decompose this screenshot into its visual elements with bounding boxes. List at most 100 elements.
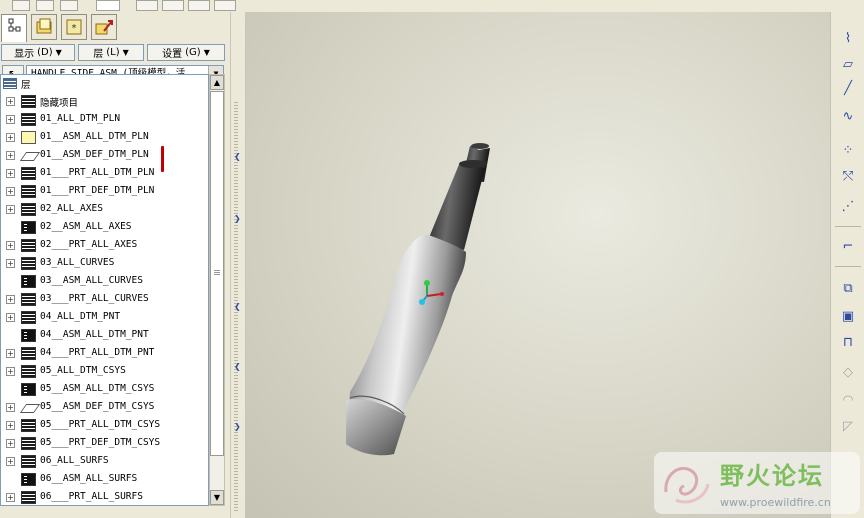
expand-icon[interactable]: + [6, 349, 15, 358]
model-tree-icon [8, 18, 21, 32]
active-window-icon[interactable] [96, 0, 120, 11]
layers-icon [21, 437, 36, 450]
expand-icon[interactable]: + [6, 295, 15, 304]
layer-tree-row[interactable]: +05___PRT_ALL_DTM_CSYS [1, 417, 208, 435]
layer-name: 02___PRT_ALL_AXES [40, 239, 138, 250]
layer-tree-row[interactable]: +04_ALL_DTM_PNT [1, 309, 208, 327]
expand-icon[interactable]: + [6, 97, 15, 106]
layer-tree-row[interactable]: +03___PRT_ALL_CURVES [1, 291, 208, 309]
create-component-icon[interactable]: ▣ [838, 308, 858, 326]
expand-icon[interactable]: + [6, 205, 15, 214]
expand-icon[interactable]: + [6, 187, 15, 196]
cursor-spin-icon[interactable] [258, 0, 278, 11]
datum-plane-tool-icon[interactable]: ▱ [838, 56, 858, 74]
expand-icon[interactable]: + [6, 313, 15, 322]
expand-icon[interactable]: + [6, 169, 15, 178]
layer-menu-bar: 显示 (D) ▼ 层 (L) ▼ 设置 (G) ▼ [0, 42, 230, 64]
annotation-tool-icon[interactable]: ⌐ [838, 238, 858, 256]
collapse-left-icon[interactable]: ❮ [234, 152, 241, 161]
save-icon[interactable] [36, 0, 54, 11]
csys-display-icon[interactable] [214, 0, 236, 11]
layer-name: 03_ALL_CURVES [40, 257, 115, 268]
layer-tree-row[interactable]: +01_ALL_DTM_PLN [1, 111, 208, 129]
selected-layer-icon [21, 131, 36, 144]
scroll-up-button[interactable]: ▲ [210, 75, 224, 90]
datum-plane-icon [19, 152, 41, 161]
datum-display-icon[interactable] [136, 0, 158, 11]
layer-doc-icon [21, 329, 36, 342]
expand-icon[interactable]: + [6, 457, 15, 466]
layer-name: 03__ASM_ALL_CURVES [40, 275, 143, 286]
panel-tabs: * [0, 12, 230, 42]
tab-favorites[interactable]: * [61, 14, 87, 40]
expand-icon[interactable]: + [6, 367, 15, 376]
layer-tree-row[interactable]: +01__ASM_DEF_DTM_PLN [1, 147, 208, 165]
expand-icon[interactable]: + [6, 151, 15, 160]
layer-tree[interactable]: 层 + 隐藏项目 +01_ALL_DTM_PLN +01__ASM_ALL_DTM_P… [0, 74, 209, 506]
dropdown-arrow-icon: ▼ [122, 48, 129, 57]
layer-tree-row[interactable]: +06_ALL_SURFS [1, 453, 208, 471]
sketch-tool-icon[interactable]: ⌇ [838, 30, 858, 48]
graphics-viewport[interactable] [246, 12, 830, 518]
expand-icon[interactable]: + [6, 241, 15, 250]
layer-tree-row[interactable]: +02__ASM_ALL_AXES [1, 219, 208, 237]
expand-icon[interactable]: + [6, 439, 15, 448]
datum-curve-tool-icon[interactable]: ∿ [838, 108, 858, 126]
layer-tree-row[interactable]: +01__ASM_ALL_DTM_PLN [1, 129, 208, 147]
mirror-tool-icon: ◇ [843, 365, 853, 380]
layer-name: 隐藏项目 [40, 98, 79, 109]
tab-model-tree[interactable] [1, 14, 27, 42]
expand-icon[interactable]: + [6, 493, 15, 502]
layer-tree-row[interactable]: +02___PRT_ALL_AXES [1, 237, 208, 255]
assemble-component-icon[interactable]: ⧉ [838, 280, 858, 298]
expand-icon[interactable]: + [6, 403, 15, 412]
panel-splitter[interactable]: ❮ ❯ ❮ ❮ ❯ [230, 12, 246, 518]
scroll-down-button[interactable]: ▼ [210, 490, 224, 505]
expand-icon[interactable]: + [6, 421, 15, 430]
datum-axis-tool-icon[interactable]: ╱ [838, 80, 858, 98]
datum-point-tool-icon[interactable]: ⁘ [838, 142, 858, 160]
layer-tree-row[interactable]: + 隐藏项目 [1, 93, 208, 111]
layer-tree-row[interactable]: +01___PRT_ALL_DTM_PLN [1, 165, 208, 183]
expand-right-icon[interactable]: ❯ [234, 422, 241, 431]
layer-tree-row[interactable]: +01___PRT_DEF_DTM_PLN [1, 183, 208, 201]
pattern-tool-icon[interactable]: ⊓ [838, 334, 858, 352]
layer-tree-row[interactable]: +03__ASM_ALL_CURVES [1, 273, 208, 291]
layer-tree-row[interactable]: +02_ALL_AXES [1, 201, 208, 219]
layer-tree-row[interactable]: +04___PRT_ALL_DTM_PNT [1, 345, 208, 363]
layer-tree-row[interactable]: +03_ALL_CURVES [1, 255, 208, 273]
layers-icon [21, 347, 36, 360]
layer-tree-row[interactable]: +05_ALL_DTM_CSYS [1, 363, 208, 381]
layer-tree-row[interactable]: +05___PRT_DEF_DTM_CSYS [1, 435, 208, 453]
scroll-thumb[interactable] [210, 91, 224, 456]
expand-icon[interactable]: + [6, 259, 15, 268]
open-icon[interactable] [12, 0, 30, 11]
collapse-left-icon[interactable]: ❮ [234, 362, 241, 371]
axis-display-icon[interactable] [162, 0, 184, 11]
settings-menu-button[interactable]: 设置 (G) ▼ [147, 44, 225, 61]
expand-icon[interactable]: + [6, 115, 15, 124]
layer-tree-row[interactable]: +06__ASM_ALL_SURFS [1, 471, 208, 489]
layer-tree-scrollbar[interactable]: ▲ ▼ [209, 74, 225, 506]
layer-name: 03___PRT_ALL_CURVES [40, 293, 149, 304]
tab-connections[interactable] [91, 14, 117, 40]
layers-icon [21, 455, 36, 468]
layer-menu-button[interactable]: 层 (L) ▼ [78, 44, 144, 61]
expand-icon[interactable]: + [6, 133, 15, 142]
copy-icon[interactable] [60, 0, 78, 11]
show-menu-button[interactable]: 显示 (D) ▼ [1, 44, 75, 61]
layer-tree-row[interactable]: +06___PRT_ALL_SURFS [1, 489, 208, 505]
layer-tree-row[interactable]: +04__ASM_ALL_DTM_PNT [1, 327, 208, 345]
layer-tree-row[interactable]: +05__ASM_ALL_DTM_CSYS [1, 381, 208, 399]
csys-tool-icon[interactable]: ⤲ [838, 168, 858, 186]
forum-watermark: 野火论坛 www.proewildfire.cn [654, 452, 860, 514]
layer-name: 05__ASM_ALL_DTM_CSYS [40, 383, 155, 394]
tab-folder-browser[interactable] [31, 14, 57, 40]
layer-name: 01__ASM_DEF_DTM_PLN [40, 149, 149, 160]
analysis-tool-icon[interactable]: ⋰ [838, 198, 858, 216]
layer-tree-row[interactable]: +05__ASM_DEF_DTM_CSYS [1, 399, 208, 417]
point-display-icon[interactable] [188, 0, 210, 11]
expand-right-icon[interactable]: ❯ [234, 214, 241, 223]
layer-doc-icon [21, 473, 36, 486]
collapse-left-icon[interactable]: ❮ [234, 302, 241, 311]
